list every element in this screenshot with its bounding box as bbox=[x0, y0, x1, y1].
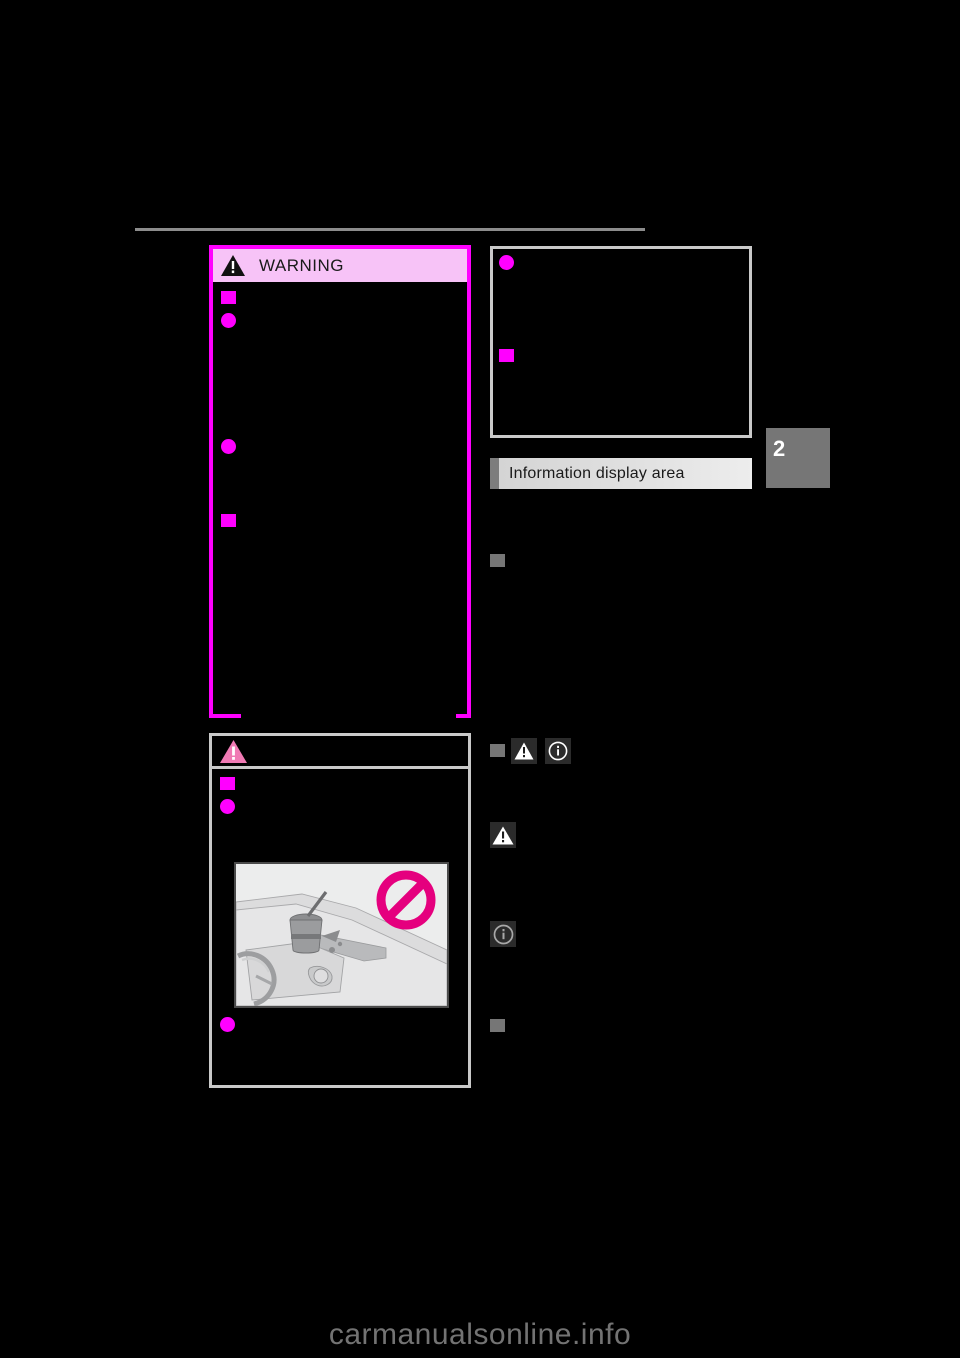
section-header-accent bbox=[490, 458, 499, 489]
manual-page: 2 WARNING Information display area carma… bbox=[0, 0, 960, 1358]
subsection-bullet-3 bbox=[490, 1019, 505, 1032]
notice-round-bullet-2 bbox=[220, 1017, 235, 1032]
warning-box: WARNING bbox=[209, 245, 471, 718]
warning-triangle-icon bbox=[221, 255, 245, 276]
legend-info-icon-chip bbox=[490, 921, 516, 947]
warning-redacted-text bbox=[241, 288, 456, 718]
warning-triangle-icon bbox=[492, 826, 514, 844]
info-circle-icon-chip bbox=[545, 738, 571, 764]
warning-round-bullet-1 bbox=[221, 313, 236, 328]
subsection-bullet-1 bbox=[490, 554, 505, 567]
warning-box-header: WARNING bbox=[213, 249, 467, 282]
section-header: Information display area bbox=[490, 458, 752, 489]
warning-square-bullet-1 bbox=[221, 291, 236, 304]
notice-box-header bbox=[212, 736, 468, 769]
warning-box-body bbox=[213, 282, 467, 718]
right-box-round-bullet-1 bbox=[499, 255, 514, 270]
footer-watermark: carmanualsonline.info bbox=[328, 1318, 632, 1351]
right-box-square-bullet-1 bbox=[499, 349, 514, 362]
section-header-title: Information display area bbox=[509, 464, 685, 482]
section-header-bar: Information display area bbox=[499, 458, 752, 489]
legend-warning-icon-chip bbox=[490, 822, 516, 848]
notice-square-bullet-1 bbox=[220, 777, 235, 790]
warning-triangle-icon bbox=[514, 742, 534, 760]
info-circle-icon bbox=[548, 741, 568, 761]
caution-triangle-icon bbox=[220, 739, 247, 763]
right-top-box bbox=[490, 246, 752, 438]
notice-round-bullet-1 bbox=[220, 799, 235, 814]
dashboard-drink-spill-illustration bbox=[234, 862, 449, 1008]
warning-square-bullet-2 bbox=[221, 514, 236, 527]
warning-box-title: WARNING bbox=[259, 255, 345, 275]
info-circle-icon bbox=[493, 924, 513, 944]
warning-triangle-icon-chip bbox=[511, 738, 537, 764]
page-top-rule bbox=[135, 228, 645, 231]
warning-round-bullet-2 bbox=[221, 439, 236, 454]
subsection-bullet-2 bbox=[490, 744, 505, 757]
chapter-tab-number: 2 bbox=[773, 436, 786, 461]
